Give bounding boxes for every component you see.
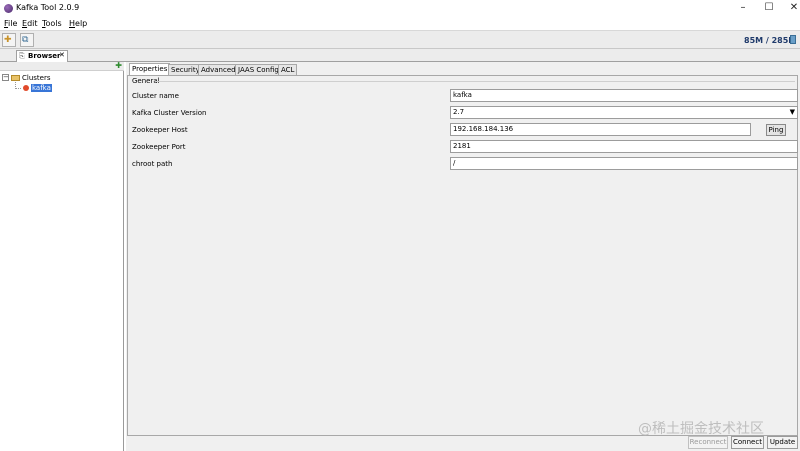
expand-tree-icon[interactable]: ✚ [115, 61, 122, 70]
title-bar: Kafka Tool 2.0.9 – ☐ ✕ [0, 0, 800, 17]
ping-button[interactable]: Ping [766, 124, 786, 136]
menu-edit[interactable]: Edit [22, 19, 38, 28]
properties-content: General Cluster name kafka Kafka Cluster… [127, 75, 798, 436]
kafka-version-label: Kafka Cluster Version [132, 109, 207, 117]
toolbar: ✚ ⧉ 85M / 285M [0, 30, 800, 49]
cluster-tree: ✚ − Clusters kafka [0, 61, 124, 451]
update-button[interactable]: Update [767, 436, 798, 449]
collapse-toggle-icon[interactable]: − [2, 74, 9, 81]
cluster-name-input[interactable]: kafka [450, 89, 798, 102]
zookeeper-host-label: Zookeeper Host [132, 126, 188, 134]
group-divider [155, 81, 795, 82]
memory-usage: 85M / 285M [744, 36, 797, 45]
menu-file[interactable]: File [4, 19, 17, 28]
cluster-status-icon [23, 85, 29, 91]
cluster-name-label: Cluster name [132, 92, 179, 100]
tab-browser[interactable]: ⎘ Browser ✕ [16, 50, 68, 62]
watermark: @稀土掘金技术社区 [638, 421, 764, 437]
zookeeper-host-input[interactable]: 192.168.184.136 [450, 123, 751, 136]
properties-panel: Properties Security Advanced JAAS Config… [126, 62, 800, 451]
tab-browser-label: Browser [28, 52, 61, 60]
tree-node-kafka[interactable]: kafka [31, 84, 52, 92]
minimize-button[interactable]: – [730, 0, 756, 16]
kafka-version-value: 2.7 [453, 108, 465, 116]
tab-close-icon[interactable]: ✕ [59, 51, 65, 59]
tree-connector [15, 88, 21, 89]
menu-help[interactable]: Help [69, 19, 87, 28]
browser-icon: ⎘ [19, 52, 25, 60]
manage-clusters-button[interactable]: ⧉ [20, 33, 34, 47]
add-cluster-button[interactable]: ✚ [2, 33, 16, 47]
menu-tools[interactable]: Tools [42, 19, 62, 28]
tree-node-clusters[interactable]: Clusters [22, 74, 51, 82]
menu-bar: File Edit Tools Help [0, 17, 800, 30]
chroot-path-label: chroot path [132, 160, 173, 168]
dropdown-arrow-icon: ▼ [789, 108, 795, 116]
kafka-version-select[interactable]: 2.7 ▼ [450, 106, 798, 119]
chroot-path-input[interactable]: / [450, 157, 798, 170]
close-button[interactable]: ✕ [781, 0, 800, 16]
app-icon [4, 4, 13, 13]
add-cluster-icon: ✚ [4, 35, 12, 45]
zookeeper-port-input[interactable]: 2181 [450, 140, 798, 153]
zookeeper-port-label: Zookeeper Port [132, 143, 186, 151]
window-title: Kafka Tool 2.0.9 [16, 3, 80, 12]
folder-icon [11, 75, 20, 81]
maximize-button[interactable]: ☐ [756, 0, 782, 16]
tree-header: ✚ [0, 61, 124, 71]
trash-icon[interactable] [790, 35, 796, 44]
manage-icon: ⧉ [22, 35, 29, 45]
